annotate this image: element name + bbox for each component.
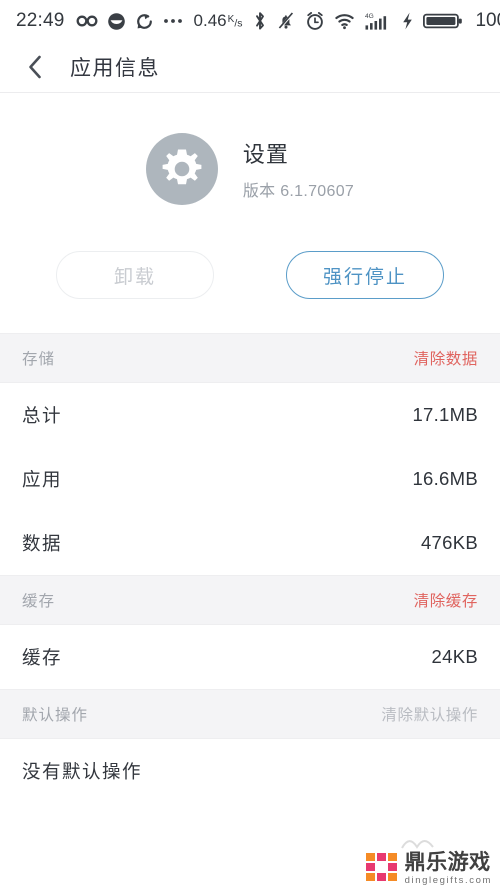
- sync-icon: [135, 12, 154, 31]
- row-label-no-defaults: 没有默认操作: [22, 761, 143, 782]
- watermark-brand-cn: 鼎乐游戏: [404, 850, 491, 874]
- section-header-cache: 缓存 清除缓存: [0, 575, 500, 625]
- status-clock: 22:49: [16, 10, 65, 31]
- clear-defaults-button[interactable]: 清除默认操作: [381, 703, 478, 725]
- section-title-storage: 存储: [22, 351, 56, 368]
- alarm-clock-icon: [305, 11, 325, 31]
- clear-cache-button[interactable]: 清除缓存: [414, 589, 478, 611]
- row-value-total: 17.1MB: [412, 404, 478, 425]
- svg-text:4G: 4G: [365, 13, 374, 20]
- row-label-total: 总计: [22, 405, 63, 426]
- back-chevron-icon[interactable]: [22, 54, 48, 80]
- infinity-icon: [76, 13, 98, 29]
- app-name: 设置: [242, 142, 289, 167]
- wifi-icon: [334, 12, 356, 30]
- watermark-arc-decoration: [401, 840, 434, 849]
- section-title-defaults: 默认操作: [22, 707, 89, 724]
- network-speed-unit: K/s: [227, 13, 243, 29]
- table-row: 应用 16.6MB: [0, 447, 500, 511]
- section-header-storage: 存储 清除数据: [0, 333, 500, 383]
- moon-face-icon: [107, 12, 126, 31]
- more-dots-icon: [163, 18, 183, 24]
- table-row: 数据 476KB: [0, 511, 500, 575]
- settings-gear-icon: [145, 133, 218, 205]
- status-bar: 22:49 0.46 K/s 4G 10: [0, 0, 500, 42]
- charging-bolt-icon: [401, 11, 414, 31]
- action-buttons: 卸载 强行停止: [0, 251, 500, 333]
- force-stop-button[interactable]: 强行停止: [286, 251, 444, 299]
- row-label-data: 数据: [22, 533, 63, 554]
- app-version: 版本 6.1.70607: [242, 183, 355, 200]
- table-row: 缓存 24KB: [0, 625, 500, 689]
- battery-percent: 100: [475, 10, 500, 31]
- bluetooth-icon: [253, 11, 267, 31]
- table-row: 没有默认操作: [0, 739, 500, 803]
- network-speed-value: 0.46: [193, 11, 227, 30]
- row-label-cache: 缓存: [22, 647, 63, 668]
- battery-icon: [423, 11, 463, 31]
- row-value-data: 476KB: [420, 532, 478, 553]
- network-speed: 0.46 K/s: [194, 11, 243, 31]
- row-value-app: 16.6MB: [412, 468, 478, 489]
- signal-4g-icon: 4G: [365, 11, 392, 31]
- watermark-logo-icon: [365, 853, 398, 883]
- watermark-brand-en: dinglegifts.com: [404, 874, 492, 886]
- app-header: 设置 版本 6.1.70607: [0, 93, 500, 251]
- section-title-cache: 缓存: [22, 593, 56, 610]
- mute-bell-icon: [276, 11, 296, 31]
- page-title: 应用信息: [70, 57, 160, 80]
- row-value-cache: 24KB: [431, 646, 478, 667]
- clear-data-button[interactable]: 清除数据: [414, 347, 478, 369]
- watermark: 鼎乐游戏 dinglegifts.com: [365, 852, 492, 886]
- row-label-app: 应用: [22, 469, 63, 490]
- uninstall-button[interactable]: 卸载: [56, 251, 214, 299]
- app-meta: 设置 版本 6.1.70607: [243, 137, 354, 201]
- app-bar: 应用信息: [0, 42, 500, 93]
- watermark-text: 鼎乐游戏 dinglegifts.com: [405, 852, 492, 886]
- section-header-defaults: 默认操作 清除默认操作: [0, 689, 500, 739]
- table-row: 总计 17.1MB: [0, 383, 500, 447]
